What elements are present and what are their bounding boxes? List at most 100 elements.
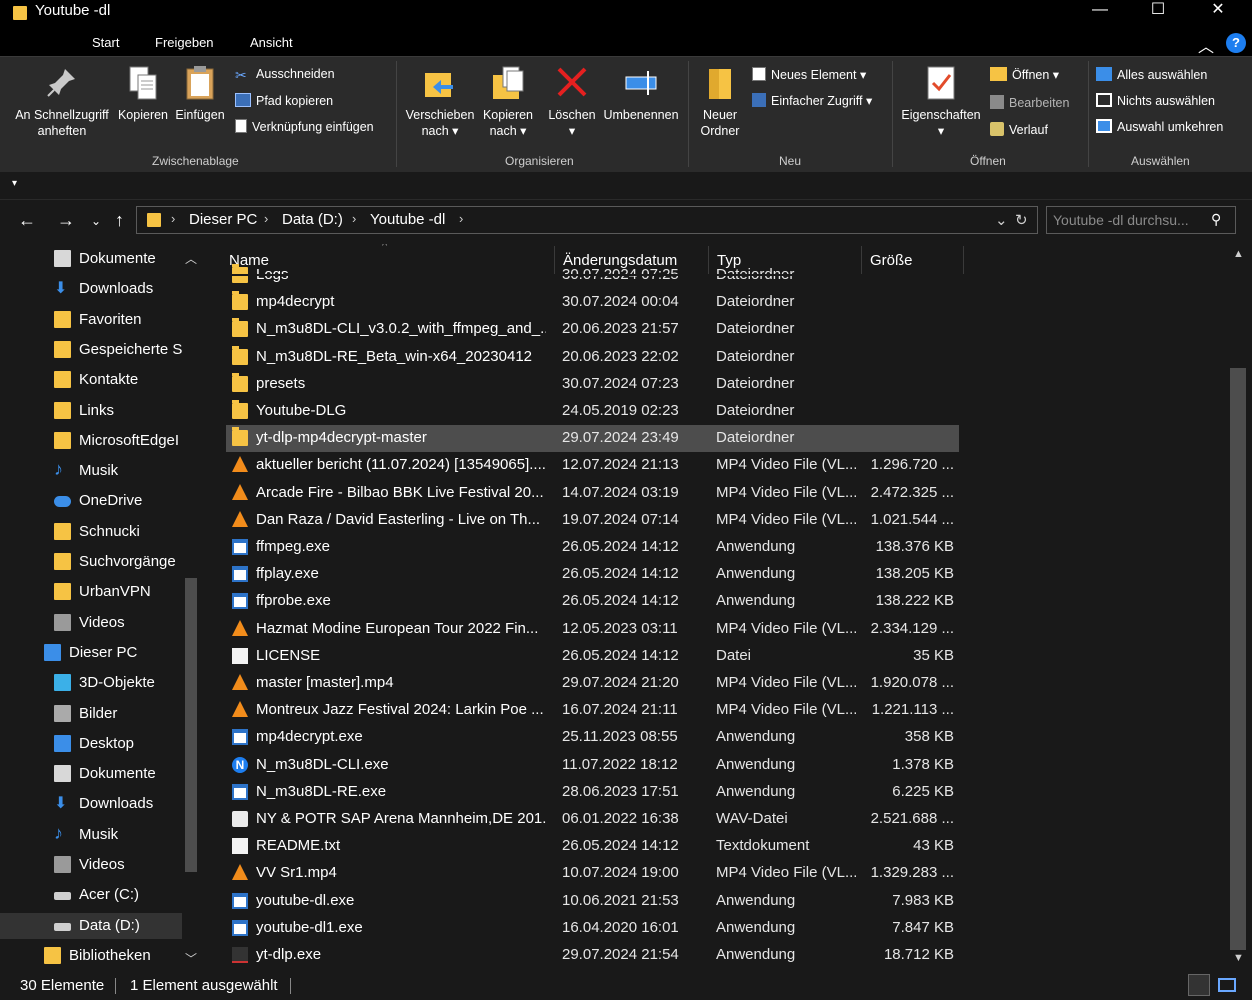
file-row[interactable]: Youtube-DLG 24.05.2019 02:23 Dateiordner	[226, 398, 959, 425]
nav-item[interactable]: 3D-Objekte	[0, 670, 182, 696]
nav-item[interactable]: Data (D:)	[0, 912, 182, 939]
nav-item[interactable]: Suchvorgänge	[0, 549, 182, 575]
properties-button[interactable]: Eigenschaften ▾	[898, 65, 984, 139]
nav-item[interactable]: Acer (C:)	[0, 882, 182, 908]
nav-item[interactable]: MicrosoftEdgeI	[0, 428, 182, 454]
delete-button[interactable]: Löschen ▾	[544, 65, 600, 139]
file-row[interactable]: N_m3u8DL-RE.exe 28.06.2023 17:51 Anwendung…	[226, 779, 959, 806]
breadcrumb-dieser-pc[interactable]: Dieser PC	[189, 211, 257, 228]
nav-item[interactable]: Dokumente	[0, 246, 182, 272]
file-row[interactable]: LICENSE 26.05.2024 14:12 Datei 35 KB	[226, 643, 959, 670]
scroll-up-icon[interactable]: ︿	[185, 250, 197, 267]
details-view-icon[interactable]	[1188, 974, 1210, 996]
tab-start[interactable]: Start	[92, 35, 119, 50]
scrollbar-thumb[interactable]	[1230, 368, 1246, 950]
forward-arrow-icon[interactable]: →	[57, 210, 75, 231]
nav-item[interactable]: Schnucki	[0, 519, 182, 545]
paste-shortcut-button[interactable]: Verknüpfung einfügen	[235, 119, 374, 134]
nav-item[interactable]: ♪ Musik	[0, 822, 182, 848]
copy-path-button[interactable]: Pfad kopieren	[235, 93, 333, 108]
file-row[interactable]: yt-dlp-mp4decrypt-master 29.07.2024 23:49…	[226, 425, 959, 453]
select-all-button[interactable]: Alles auswählen	[1096, 67, 1207, 82]
nav-item[interactable]: UrbanVPN	[0, 579, 182, 605]
nav-item[interactable]: Videos	[0, 852, 182, 878]
file-row[interactable]: ffplay.exe 26.05.2024 14:12 Anwendung 138.2…	[226, 561, 959, 588]
nav-item[interactable]: Dokumente	[0, 761, 182, 787]
nav-item[interactable]: Bibliotheken	[0, 943, 182, 969]
move-to-button[interactable]: Verschieben nach ▾	[402, 65, 478, 139]
file-row[interactable]: NY & POTR SAP Arena Mannheim,DE 201... 06…	[226, 806, 959, 833]
file-row[interactable]: mp4decrypt 30.07.2024 00:04 Dateiordner	[226, 289, 959, 316]
file-row[interactable]: youtube-dl.exe 10.06.2021 21:53 Anwendung 7…	[226, 888, 959, 915]
file-list-scrollbar[interactable]: ▲ ▼	[1228, 244, 1248, 970]
edit-button[interactable]: Bearbeiten	[990, 95, 1069, 110]
scroll-down-icon[interactable]: ▼	[1233, 952, 1244, 964]
nav-item[interactable]: Links	[0, 398, 182, 424]
nav-item[interactable]: Desktop	[0, 731, 182, 757]
history-button[interactable]: Verlauf	[990, 122, 1048, 137]
new-item-button[interactable]: Neues Element ▾	[752, 67, 866, 82]
file-row[interactable]: yt-dlp.exe 29.07.2024 21:54 Anwendung 18.71…	[226, 942, 959, 969]
nav-item[interactable]: Gespeicherte S	[0, 337, 182, 363]
rename-button[interactable]: Umbenennen	[600, 65, 682, 123]
paste-button[interactable]: Einfügen	[172, 65, 228, 123]
nav-item[interactable]: OneDrive	[0, 488, 182, 514]
nav-item[interactable]: Bilder	[0, 701, 182, 727]
file-row[interactable]: README.txt 26.05.2024 14:12 Textdokument 43…	[226, 833, 959, 860]
scroll-down-icon[interactable]: ﹀	[185, 950, 197, 967]
search-input[interactable]: Youtube -dl durchsu... ⚲	[1046, 206, 1236, 234]
scroll-up-icon[interactable]: ▲	[1233, 248, 1244, 260]
large-icons-view-icon[interactable]	[1216, 974, 1238, 996]
file-row[interactable]: youtube-dl1.exe 16.04.2020 16:01 Anwendung…	[226, 915, 959, 942]
file-row[interactable]: ffprobe.exe 26.05.2024 14:12 Anwendung 138.…	[226, 588, 959, 615]
help-button[interactable]: ?	[1226, 33, 1246, 53]
nav-item[interactable]: ⬇ Downloads	[0, 276, 182, 302]
invert-selection-button[interactable]: Auswahl umkehren	[1096, 119, 1223, 134]
open-button[interactable]: Öffnen ▾	[990, 67, 1059, 82]
file-row[interactable]: ffmpeg.exe 26.05.2024 14:12 Anwendung 138.3…	[226, 534, 959, 561]
status-bar: 30 Elemente 1 Element ausgewählt	[0, 972, 1252, 998]
nav-item[interactable]: ⬇ Downloads	[0, 791, 182, 817]
address-bar[interactable]: › Dieser PC › Data (D:) › Youtube -dl › …	[136, 206, 1038, 234]
copy-to-button[interactable]: Kopieren nach ▾	[478, 65, 538, 139]
breadcrumb-youtube-dl[interactable]: Youtube -dl	[370, 211, 445, 228]
maximize-button[interactable]: ☐	[1128, 0, 1188, 22]
nav-item[interactable]: Dieser PC	[0, 640, 182, 666]
refresh-icon[interactable]: ↻	[1015, 211, 1028, 229]
breadcrumb-data-d[interactable]: Data (D:)	[282, 211, 343, 228]
cut-button[interactable]: ✂ Ausschneiden	[235, 67, 335, 83]
close-button[interactable]: ✕	[1188, 0, 1248, 22]
file-row[interactable]: Arcade Fire - Bilbao BBK Live Festival 2…	[226, 480, 959, 507]
file-row[interactable]: Montreux Jazz Festival 2024: Larkin Poe …	[226, 697, 959, 724]
navigation-scrollbar[interactable]: ︿ ﹀	[182, 250, 200, 966]
select-none-button[interactable]: Nichts auswählen	[1096, 93, 1215, 108]
file-row[interactable]: N N_m3u8DL-CLI.exe 11.07.2022 18:12 Anwendu…	[226, 752, 959, 779]
file-row[interactable]: mp4decrypt.exe 25.11.2023 08:55 Anwendung 3…	[226, 724, 959, 751]
file-row[interactable]: master [master].mp4 29.07.2024 21:20 MP4 V…	[226, 670, 959, 697]
scrollbar-thumb[interactable]	[185, 578, 197, 872]
recent-locations-chevron-icon[interactable]: ⌄	[91, 214, 101, 228]
minimize-button[interactable]: —	[1070, 0, 1130, 22]
file-row[interactable]: Dan Raza / David Easterling - Live on Th…	[226, 507, 959, 534]
file-row[interactable]: Hazmat Modine European Tour 2022 Fin... 1…	[226, 616, 959, 643]
copy-button[interactable]: Kopieren	[114, 65, 172, 123]
nav-item[interactable]: ♪ Musik	[0, 458, 182, 484]
file-row[interactable]: presets 30.07.2024 07:23 Dateiordner	[226, 371, 959, 398]
collapse-ribbon-icon[interactable]: ︿	[1198, 33, 1214, 57]
address-dropdown-chevron-icon[interactable]: ⌄	[995, 211, 1008, 229]
file-row[interactable]: N_m3u8DL-CLI_v3.0.2_with_ffmpeg_and_... 2…	[226, 316, 959, 343]
pin-quick-access-button[interactable]: An Schnellzugriff anheften	[8, 65, 116, 139]
up-arrow-icon[interactable]: ↑	[115, 210, 124, 231]
file-row[interactable]: N_m3u8DL-RE_Beta_win-x64_20230412 20.06.2…	[226, 344, 959, 371]
nav-item[interactable]: Kontakte	[0, 367, 182, 393]
tab-freigeben[interactable]: Freigeben	[155, 35, 214, 50]
file-row[interactable]: aktueller bericht (11.07.2024) [13549065…	[226, 452, 959, 479]
file-row[interactable]: VV Sr1.mp4 10.07.2024 19:00 MP4 Video File…	[226, 860, 959, 887]
new-folder-button[interactable]: Neuer Ordner	[694, 65, 746, 139]
easy-access-button[interactable]: Einfacher Zugriff ▾	[752, 93, 872, 108]
back-arrow-icon[interactable]: ←	[18, 210, 36, 231]
nav-item[interactable]: Videos	[0, 610, 182, 636]
nav-item[interactable]: Favoriten	[0, 307, 182, 333]
customize-toolbar-dropdown-icon[interactable]: ▾	[12, 178, 17, 189]
tab-ansicht[interactable]: Ansicht	[250, 35, 293, 50]
